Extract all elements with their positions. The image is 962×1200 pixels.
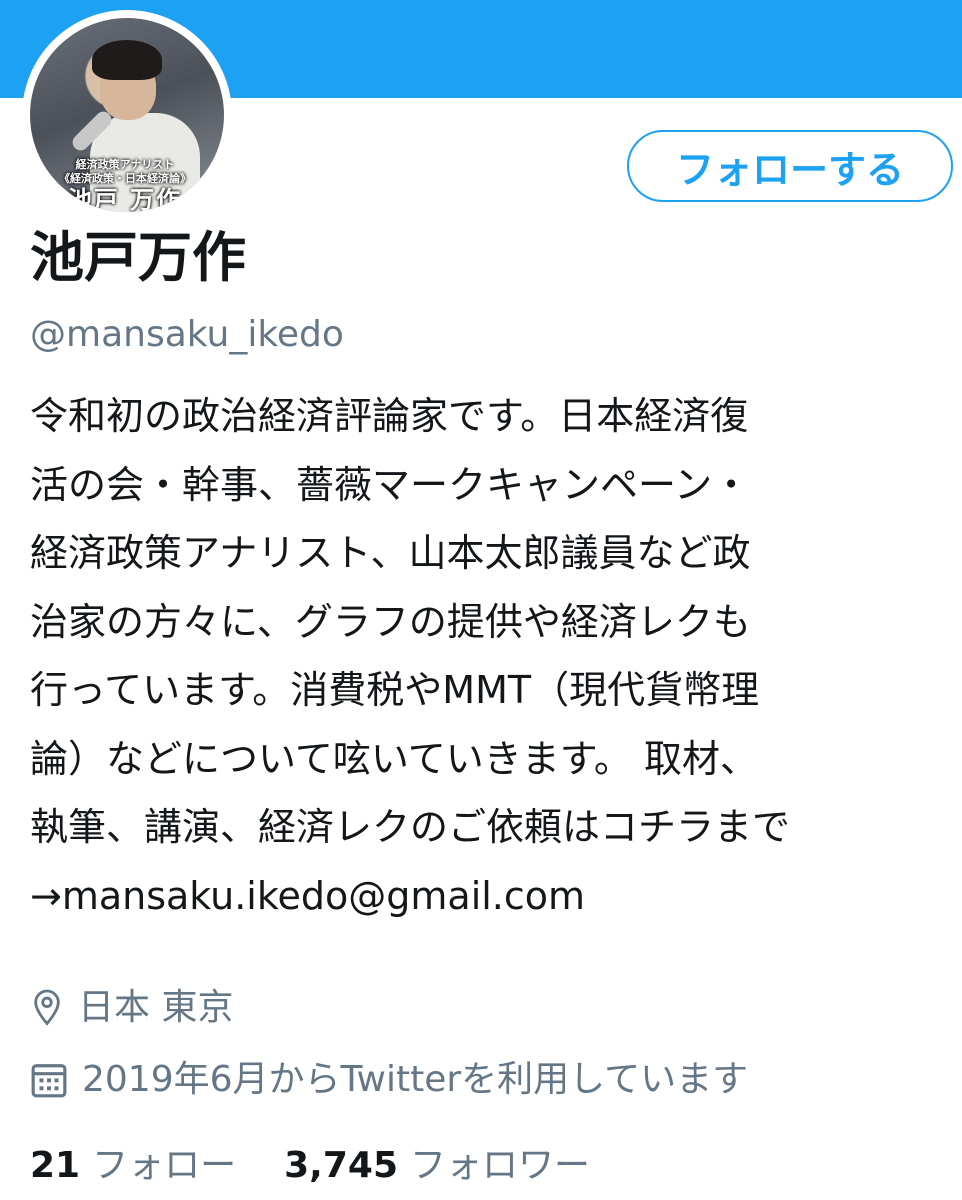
display-name: 池戸万作 [30, 226, 246, 289]
followers-count[interactable]: 3,745 [284, 1140, 398, 1192]
user-handle: @mansaku_ikedo [30, 314, 344, 355]
bio-line: 論）などについて呟いていきます。 取材、 [30, 736, 759, 781]
location-pin-icon [34, 989, 60, 1026]
avatar-caption: 経済政策アナリスト 《経済政策・日本経済論》 池戸 万作 [50, 158, 200, 212]
bio-line: 令和初の政治経済評論家です。日本経済復 [30, 394, 749, 438]
bio-line: 執筆、講演、経済レクのご依頼はコチラまで [30, 805, 791, 849]
location-text: 日本 東京 [78, 987, 234, 1028]
profile-bio: 令和初の政治経済評論家です。日本経済復 活の会・幹事、薔薇マークキャンペーン・ … [30, 382, 950, 930]
calendar-icon [31, 1064, 67, 1098]
joined-text: 2019年6月からTwitterを利用しています [82, 1059, 749, 1100]
avatar-caption-line: 経済政策アナリスト [75, 158, 175, 171]
avatar[interactable]: 経済政策アナリスト 《経済政策・日本経済論》 池戸 万作 [22, 10, 232, 220]
following-count[interactable]: 21 [30, 1140, 80, 1192]
bio-email-line[interactable]: →mansaku.ikedo@gmail.com [30, 862, 950, 931]
follow-button[interactable]: フォローする [627, 130, 953, 202]
avatar-caption-line: 《経済政策・日本経済論》 [59, 172, 191, 185]
follow-counts: 21 フォロー 3,745 フォロワー [30, 1140, 638, 1192]
avatar-caption-name: 池戸 万作 [67, 186, 183, 212]
joined-row: 2019年6月からTwitterを利用しています [30, 1055, 748, 1105]
avatar-image: 経済政策アナリスト 《経済政策・日本経済論》 池戸 万作 [30, 18, 224, 212]
following-label[interactable]: フォロー [92, 1140, 236, 1192]
followers-label[interactable]: フォロワー [410, 1140, 590, 1192]
bio-line: 治家の方々に、グラフの提供や経済レクも [30, 599, 751, 644]
bio-line: 行っています。消費税やMMT（現代貨幣理 [30, 668, 760, 712]
bio-line: 活の会・幹事、薔薇マークキャンペーン・ [30, 462, 751, 507]
bio-line: 経済政策アナリスト、山本太郎議員など政 [30, 531, 751, 575]
location-row: 日本 東京 [30, 983, 233, 1033]
